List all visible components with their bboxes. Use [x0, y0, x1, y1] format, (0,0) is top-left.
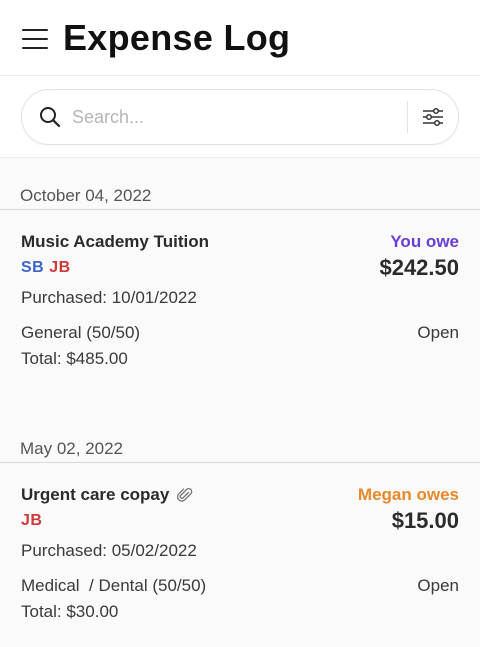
- attachment-paperclip-icon: [177, 487, 193, 502]
- expense-card[interactable]: Music Academy Tuition You owe SB JB $242…: [0, 210, 480, 389]
- initials-badge: JB: [21, 512, 43, 529]
- status-label: Open: [417, 576, 459, 595]
- owe-label: Megan owes: [357, 485, 459, 504]
- date-group-header: October 04, 2022: [0, 158, 480, 210]
- expense-title: Urgent care copay: [21, 485, 193, 505]
- app-header: Expense Log: [0, 0, 480, 76]
- purchase-date: Purchased: 05/02/2022: [21, 541, 197, 560]
- purchase-date: Purchased: 10/01/2022: [21, 288, 197, 307]
- search-icon: [40, 107, 61, 128]
- expense-card[interactable]: Urgent care copay Megan owes JB $15.00 P…: [0, 463, 480, 642]
- expense-total: Total: $30.00: [21, 602, 119, 621]
- owe-label: You owe: [390, 232, 459, 251]
- initials-badge: JB: [49, 259, 71, 276]
- search-bar-container: [0, 76, 480, 158]
- search-input[interactable]: [72, 106, 399, 128]
- search-box[interactable]: [21, 89, 459, 145]
- expense-amount: $242.50: [379, 255, 459, 280]
- status-label: Open: [417, 323, 459, 342]
- expense-title: Music Academy Tuition: [21, 232, 209, 251]
- search-divider: [407, 101, 408, 133]
- expense-list: October 04, 2022 Music Academy Tuition Y…: [0, 158, 480, 647]
- expense-category: General (50/50): [21, 323, 141, 342]
- hamburger-menu-icon[interactable]: [22, 28, 48, 49]
- date-group-header: May 02, 2022: [0, 411, 480, 463]
- initials-badge: SB: [21, 259, 45, 276]
- expense-amount: $15.00: [391, 508, 459, 533]
- filter-sliders-icon[interactable]: [422, 106, 444, 128]
- page-title: Expense Log: [63, 16, 291, 58]
- expense-total: Total: $485.00: [21, 349, 128, 368]
- participant-initials: SB JB: [21, 259, 71, 277]
- participant-initials: JB: [21, 512, 42, 530]
- expense-category: Medical / Dental (50/50): [21, 576, 207, 595]
